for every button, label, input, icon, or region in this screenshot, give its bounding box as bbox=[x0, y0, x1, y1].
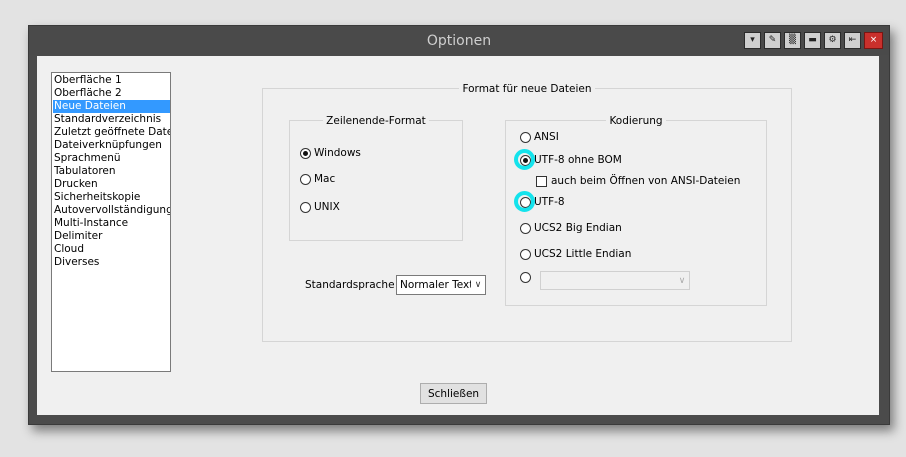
radio-enc-codepage[interactable] bbox=[520, 272, 534, 283]
radio-circle[interactable] bbox=[520, 248, 531, 260]
radio-label: UCS2 Little Endian bbox=[534, 248, 632, 260]
dialog-content: Oberfläche 1 Oberfläche 2 Neue Dateien S… bbox=[37, 56, 879, 415]
titlebar[interactable]: Optionen ▾ ✎ ▒ ▬ ⚙ ⇤ × bbox=[29, 26, 889, 55]
list-item[interactable]: Zuletzt geöffnete Dateien bbox=[53, 126, 170, 139]
radio-circle[interactable] bbox=[520, 272, 531, 283]
list-item[interactable]: Sicherheitskopie bbox=[53, 191, 170, 204]
radio-label: UCS2 Big Endian bbox=[534, 222, 622, 234]
pin2-icon[interactable]: ✎ bbox=[764, 32, 781, 49]
default-language-select[interactable]: Normaler Text ∨ bbox=[396, 275, 486, 295]
radio-circle[interactable] bbox=[300, 201, 311, 213]
list-item[interactable]: Multi-Instance bbox=[53, 217, 170, 230]
radio-label: UTF-8 bbox=[534, 196, 565, 208]
radio-circle[interactable] bbox=[520, 131, 531, 143]
radio-eol-mac[interactable]: Mac bbox=[300, 173, 335, 185]
codepage-select[interactable]: ∨ bbox=[540, 271, 690, 290]
checkbox-label: auch beim Öffnen von ANSI-Dateien bbox=[551, 175, 741, 187]
click-highlight-circle bbox=[514, 149, 535, 170]
minimize-icon[interactable]: ▬ bbox=[804, 32, 821, 49]
list-item[interactable]: Oberfläche 2 bbox=[53, 87, 170, 100]
default-language-label: Standardsprache bbox=[305, 279, 395, 291]
chevron-down-icon: ∨ bbox=[678, 275, 686, 286]
list-item[interactable]: Oberfläche 1 bbox=[53, 74, 170, 87]
list-item[interactable]: Standardverzeichnis bbox=[53, 113, 170, 126]
radio-circle[interactable] bbox=[300, 173, 311, 185]
close-button[interactable]: Schließen bbox=[420, 383, 487, 404]
checkbox-ansi-open[interactable]: auch beim Öffnen von ANSI-Dateien bbox=[536, 175, 740, 187]
list-item[interactable]: Cloud bbox=[53, 243, 170, 256]
list-item[interactable]: Diverses bbox=[53, 256, 170, 269]
checkbox-box[interactable] bbox=[536, 175, 547, 187]
radio-circle[interactable] bbox=[300, 147, 311, 159]
radio-label: Mac bbox=[314, 173, 336, 185]
transparency-icon[interactable]: ▒ bbox=[784, 32, 801, 49]
list-item[interactable]: Delimiter bbox=[53, 230, 170, 243]
list-item[interactable]: Tabulatoren bbox=[53, 165, 170, 178]
list-item-selected[interactable]: Neue Dateien bbox=[53, 100, 170, 113]
radio-label: UTF-8 ohne BOM bbox=[534, 154, 622, 166]
close-icon[interactable]: × bbox=[864, 32, 883, 49]
radio-eol-windows[interactable]: Windows bbox=[300, 147, 361, 159]
titlebar-buttons: ▾ ✎ ▒ ▬ ⚙ ⇤ × bbox=[744, 32, 883, 49]
radio-enc-ucs2-be[interactable]: UCS2 Big Endian bbox=[520, 222, 622, 234]
group-title: Format für neue Dateien bbox=[459, 83, 595, 95]
list-item[interactable]: Drucken bbox=[53, 178, 170, 191]
radio-enc-ucs2-le[interactable]: UCS2 Little Endian bbox=[520, 248, 631, 260]
radio-eol-unix[interactable]: UNIX bbox=[300, 201, 340, 213]
click-highlight-circle bbox=[514, 191, 535, 212]
radio-label: ANSI bbox=[534, 131, 559, 143]
radio-label: UNIX bbox=[314, 201, 340, 213]
category-list[interactable]: Oberfläche 1 Oberfläche 2 Neue Dateien S… bbox=[51, 72, 171, 372]
radio-label: Windows bbox=[314, 147, 361, 159]
default-language-value: Normaler Text bbox=[400, 279, 471, 291]
pin-icon[interactable]: ▾ bbox=[744, 32, 761, 49]
options-dialog: Optionen ▾ ✎ ▒ ▬ ⚙ ⇤ × Oberfläche 1 Ober… bbox=[28, 25, 890, 425]
chevron-down-icon: ∨ bbox=[474, 280, 482, 290]
radio-circle[interactable] bbox=[520, 222, 531, 234]
list-item[interactable]: Sprachmenü bbox=[53, 152, 170, 165]
eol-group-title: Zeilenende-Format bbox=[323, 115, 429, 127]
radio-enc-ansi[interactable]: ANSI bbox=[520, 131, 559, 143]
restore-icon[interactable]: ⇤ bbox=[844, 32, 861, 49]
encoding-group-title: Kodierung bbox=[606, 115, 666, 127]
list-item[interactable]: Autovervollständigung bbox=[53, 204, 170, 217]
radio-enc-utf8-nobom[interactable]: UTF-8 ohne BOM bbox=[520, 154, 622, 166]
list-item[interactable]: Dateiverknüpfungen bbox=[53, 139, 170, 152]
settings-icon[interactable]: ⚙ bbox=[824, 32, 841, 49]
